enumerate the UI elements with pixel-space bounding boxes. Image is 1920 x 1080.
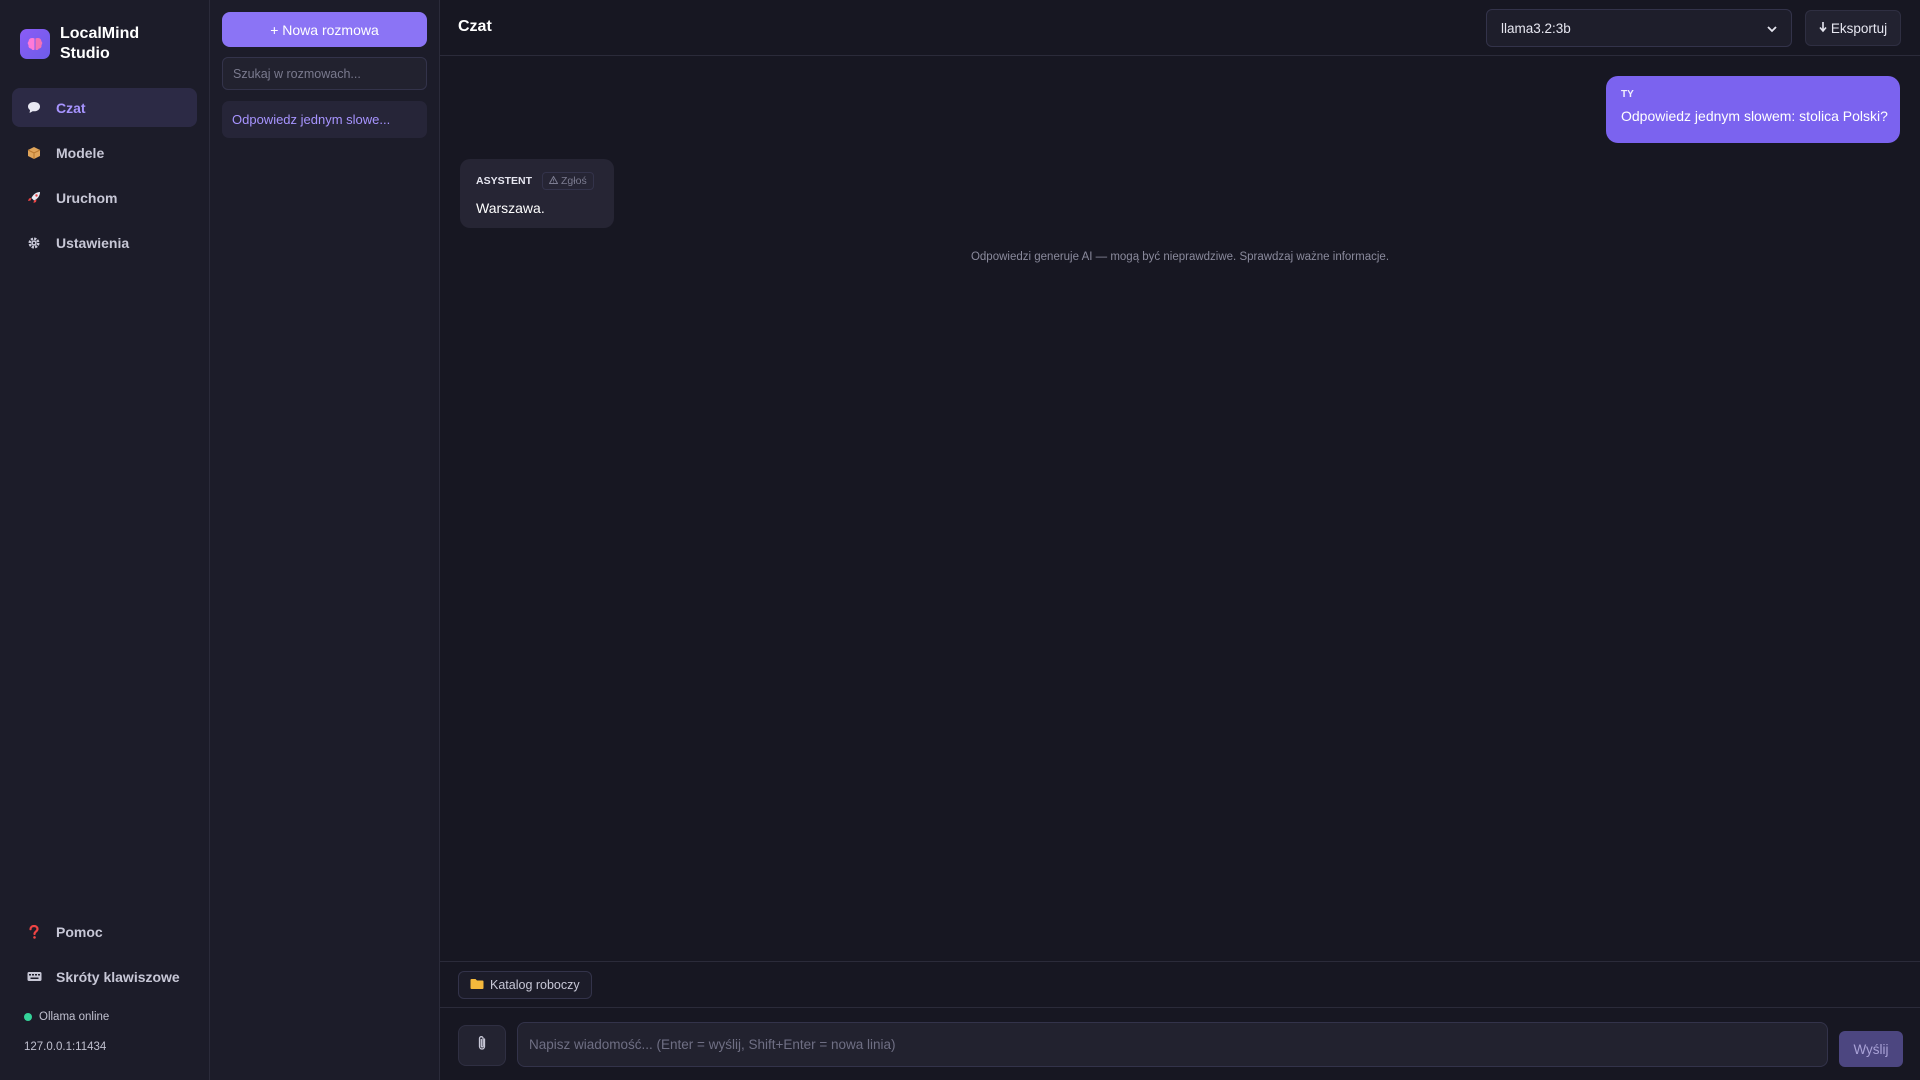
message-role: ASYSTENT (476, 175, 533, 187)
export-label: Eksportuj (1830, 20, 1888, 36)
question-icon (26, 924, 42, 940)
status-text: Ollama online (39, 1011, 110, 1023)
nav-item-uruchom[interactable]: Uruchom (12, 178, 197, 217)
conversation-item[interactable]: Odpowiedz jednym slowe... (222, 101, 427, 138)
keyboard-icon (26, 969, 42, 985)
page-title: Czat (458, 18, 492, 35)
conversations-panel: + Nowa rozmowa Odpowiedz jednym slowe... (210, 0, 440, 1080)
message-header: ASYSTENT Zgłoś (476, 172, 598, 190)
ai-disclaimer: Odpowiedzi generuje AI — mogą być niepra… (970, 251, 1390, 263)
status-dot-icon (24, 1013, 32, 1021)
chat-header: Czat llama3.2:3b Eksportuj (440, 0, 1920, 56)
chevron-down-icon (1767, 21, 1777, 36)
host-address: 127.0.0.1:11434 (24, 1041, 107, 1053)
attach-button[interactable] (458, 1025, 506, 1066)
report-label: Zgłoś (561, 175, 587, 187)
message-role: TY (1621, 89, 1634, 100)
rocket-icon (26, 190, 42, 206)
nav-menu: Czat Modele Uruchom Ustawienia (12, 88, 197, 268)
model-select-value: llama3.2:3b (1501, 20, 1571, 36)
brand[interactable]: LocalMind Studio (20, 24, 170, 64)
working-directory-bar: Katalog roboczy (440, 961, 1920, 1008)
send-button[interactable]: Wyślij (1839, 1031, 1903, 1067)
message-text: Warszawa. (476, 200, 545, 216)
folder-icon (470, 978, 484, 993)
message-input[interactable] (517, 1022, 1828, 1067)
report-button[interactable]: Zgłoś (542, 172, 594, 190)
connection-status: Ollama online (24, 1011, 109, 1023)
gear-icon (26, 235, 42, 251)
nav-item-skroty[interactable]: Skróty klawiszowe (12, 957, 197, 996)
brain-icon (20, 29, 50, 59)
nav-item-modele[interactable]: Modele (12, 133, 197, 172)
nav-item-pomoc[interactable]: Pomoc (12, 912, 197, 951)
model-select[interactable]: llama3.2:3b (1486, 9, 1792, 47)
nav-bottom-menu: Pomoc Skróty klawiszowe (12, 912, 197, 1002)
nav-item-ustawienia[interactable]: Ustawienia (12, 223, 197, 262)
conversation-search-input[interactable] (222, 57, 427, 90)
export-button[interactable]: Eksportuj (1805, 10, 1901, 46)
message-text: Odpowiedz jednym slowem: stolica Polski? (1621, 108, 1888, 124)
nav-item-label: Ustawienia (56, 234, 130, 251)
new-conversation-button[interactable]: + Nowa rozmowa (222, 12, 427, 47)
nav-item-czat[interactable]: Czat (12, 88, 197, 127)
chat-bubble-icon (26, 100, 42, 116)
nav-item-label: Pomoc (56, 923, 103, 940)
package-icon (26, 145, 42, 161)
nav-item-label: Modele (56, 144, 105, 161)
app-name: LocalMind Studio (60, 25, 140, 62)
download-icon (1819, 21, 1827, 36)
paperclip-icon (477, 1035, 487, 1056)
nav-item-label: Uruchom (56, 189, 118, 206)
assistant-message: ASYSTENT Zgłoś Warszawa. (460, 159, 614, 228)
working-directory-chip[interactable]: Katalog roboczy (458, 971, 592, 999)
user-message: TY Odpowiedz jednym slowem: stolica Pols… (1606, 76, 1900, 143)
chat-main: Czat llama3.2:3b Eksportuj TY Odpowiedz … (440, 0, 1920, 1080)
nav-item-label: Czat (56, 99, 86, 116)
warning-icon (548, 175, 559, 187)
folder-label: Katalog roboczy (490, 978, 580, 992)
nav-item-label: Skróty klawiszowe (56, 968, 180, 985)
nav-sidebar: LocalMind Studio Czat Modele Uruchom Ust… (0, 0, 210, 1080)
